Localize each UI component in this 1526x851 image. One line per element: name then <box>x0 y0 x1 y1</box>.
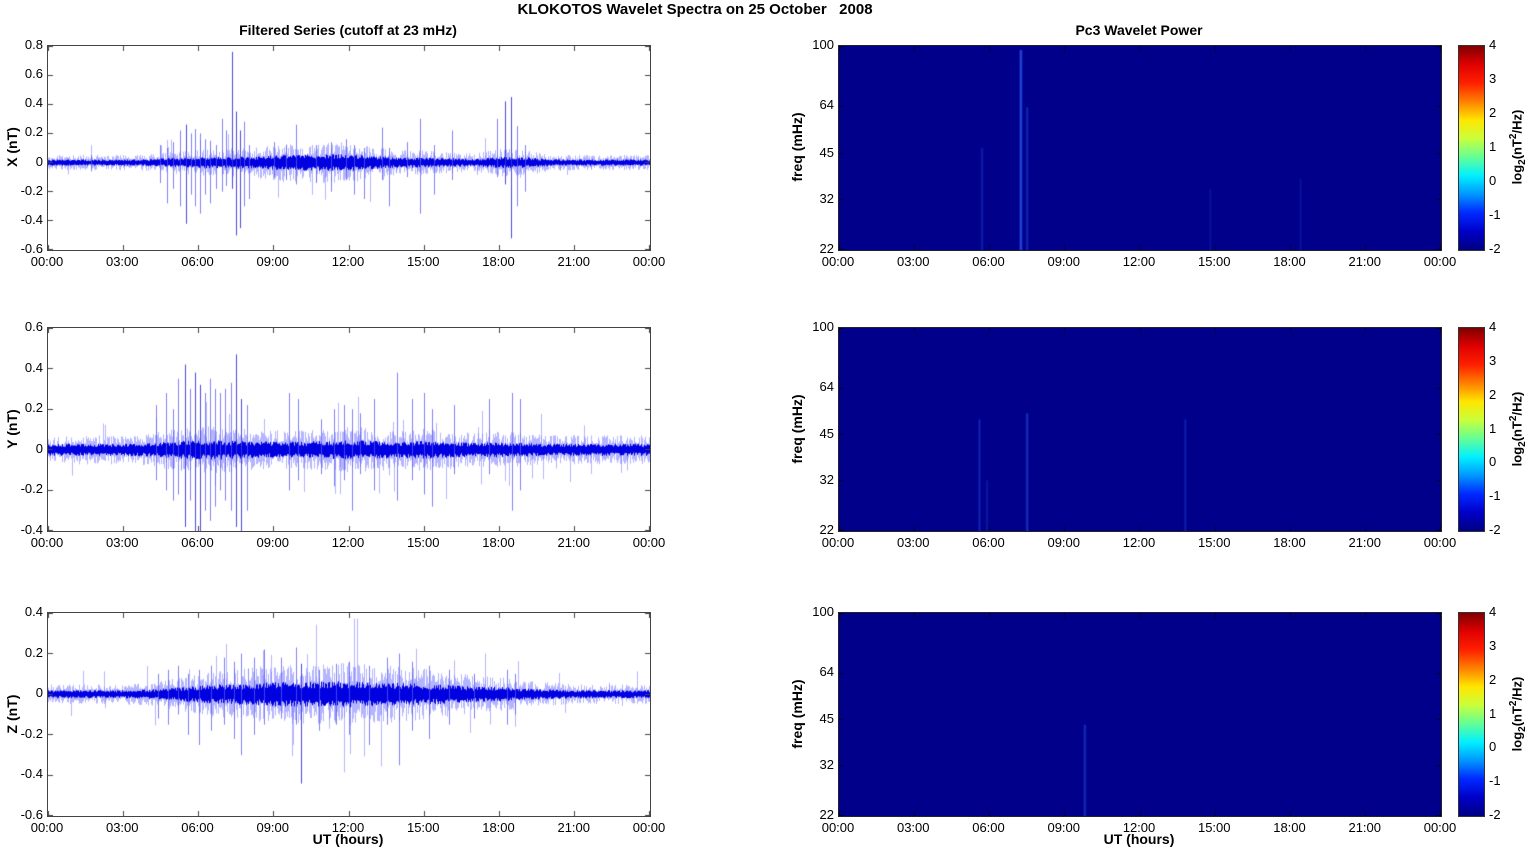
x-tick-label: 21:00 <box>1348 535 1382 550</box>
colorbar-tick-label: -2 <box>1489 241 1501 256</box>
colorbar-label-prefix: log <box>1509 731 1525 751</box>
colorbar-label-sup: 2 <box>1508 133 1519 140</box>
x-tick-label: 15:00 <box>1197 535 1231 550</box>
colorbar-label-mid: (nT <box>1509 420 1525 441</box>
y-tick-label: 0.8 <box>24 37 43 52</box>
x-tick-label: 12:00 <box>331 254 365 269</box>
wavelet-power-title: Pc3 Wavelet Power <box>1075 22 1203 38</box>
x-tick-label: 00:00 <box>821 254 855 269</box>
x-tick-label: 00:00 <box>1423 254 1457 269</box>
colorbar-tick-label: 4 <box>1489 319 1497 334</box>
figure-title: KLOKOTOS Wavelet Spectra on 25 October 2… <box>517 1 873 18</box>
colorbar-label-suffix: /Hz) <box>1509 391 1525 415</box>
x-tick-label: 00:00 <box>821 535 855 550</box>
colorbar-tick-label: -2 <box>1489 522 1501 537</box>
z-wavelet-panel <box>838 612 1442 817</box>
x-tick-label: 00:00 <box>632 254 666 269</box>
colorbar-label-prefix: log <box>1509 164 1525 185</box>
colorbar-tick-label: 4 <box>1489 604 1497 619</box>
freq-tick-label: 100 <box>812 37 834 52</box>
colorbar-unit-label: log2(nT2/Hz) <box>1505 354 1526 504</box>
x-tick-label: 18:00 <box>482 535 515 550</box>
x-tick-label: 09:00 <box>256 535 290 550</box>
y-series-ylabel: Y (nT) <box>4 408 20 449</box>
x-tick-label: 12:00 <box>1122 535 1156 550</box>
freq-ylabel: freq (mHz) <box>789 678 805 749</box>
x-tick-label: 21:00 <box>557 254 591 269</box>
freq-ylabel: freq (mHz) <box>789 393 805 464</box>
freq-tick-label: 100 <box>812 319 834 334</box>
x-tick-label: 00:00 <box>30 535 64 550</box>
x-tick-label: 12:00 <box>1122 254 1156 269</box>
colorbar-label-sup: 2 <box>1508 700 1519 706</box>
x-tick-label: 15:00 <box>406 535 440 550</box>
x-tick-label: 18:00 <box>482 254 515 269</box>
z-series-plot <box>48 613 650 816</box>
x-series-plot <box>48 46 650 250</box>
colorbar-label-prefix: log <box>1509 446 1525 466</box>
z-wavelet-plot <box>839 613 1441 816</box>
x-tick-label: 09:00 <box>256 254 290 269</box>
x-series-panel <box>47 45 651 251</box>
x-tick-label: 06:00 <box>972 254 1005 269</box>
x-tick-label: 00:00 <box>1423 535 1457 550</box>
x-tick-label: 18:00 <box>1273 535 1306 550</box>
x-tick-label: 06:00 <box>181 254 214 269</box>
colorbar-label-suffix: /Hz) <box>1509 109 1525 134</box>
x-tick-label: 00:00 <box>30 254 64 269</box>
x-series-ylabel: X (nT) <box>4 127 20 167</box>
z-series-panel <box>47 612 651 817</box>
colorbar-label-sub: 2 <box>1517 726 1526 732</box>
x-tick-label: 06:00 <box>181 535 214 550</box>
freq-tick-label: 100 <box>812 604 834 619</box>
y-wavelet-panel <box>838 327 1442 532</box>
x-tick-label: 18:00 <box>1273 254 1306 269</box>
x-tick-label: 03:00 <box>896 254 930 269</box>
colorbar <box>1458 612 1485 817</box>
y-wavelet-plot <box>839 328 1441 531</box>
x-tick-label: 12:00 <box>331 535 365 550</box>
x-tick-label: 15:00 <box>406 254 440 269</box>
x-tick-label: 15:00 <box>1197 254 1231 269</box>
y-tick-label: 0.6 <box>24 319 43 334</box>
colorbar-label-mid: (nT <box>1509 705 1525 726</box>
x-tick-label: 21:00 <box>557 535 591 550</box>
x-tick-label: 06:00 <box>972 535 1005 550</box>
colorbar-unit-label: log2(nT2/Hz) <box>1505 72 1526 222</box>
x-tick-label: 21:00 <box>1348 254 1382 269</box>
x-tick-label: 09:00 <box>1047 254 1081 269</box>
y-tick-label: -0.4 <box>20 211 43 227</box>
y-series-plot <box>48 328 650 531</box>
y-tick-label: 0.4 <box>24 604 43 619</box>
x-tick-label: 03:00 <box>896 535 930 550</box>
colorbar-label-suffix: /Hz) <box>1509 676 1525 700</box>
colorbar <box>1458 327 1485 532</box>
colorbar-label-mid: (nT <box>1509 139 1525 160</box>
ut-hours-label-left: UT (hours) <box>312 831 384 847</box>
x-tick-label: 09:00 <box>1047 535 1081 550</box>
colorbar-label-sub: 2 <box>1517 441 1526 447</box>
freq-ylabel: freq (mHz) <box>789 112 805 182</box>
y-tick-label: 0.6 <box>24 66 43 82</box>
colorbar <box>1458 45 1485 251</box>
y-series-panel <box>47 327 651 532</box>
ut-hours-label-right: UT (hours) <box>1103 831 1175 847</box>
x-tick-label: 03:00 <box>105 254 139 269</box>
x-tick-label: 03:00 <box>105 535 139 550</box>
colorbar-tick-label: 4 <box>1489 37 1497 52</box>
filtered-series-title: Filtered Series (cutoff at 23 mHz) <box>239 22 457 38</box>
x-wavelet-panel <box>838 45 1442 251</box>
z-series-ylabel: Z (nT) <box>4 694 20 733</box>
colorbar-tick-label: -2 <box>1489 807 1501 822</box>
x-tick-label: 00:00 <box>632 535 666 550</box>
colorbar-label-sub: 2 <box>1517 159 1526 165</box>
x-wavelet-plot <box>839 46 1441 250</box>
colorbar-label-sup: 2 <box>1508 415 1519 421</box>
wavelet-spectra-figure: KLOKOTOS Wavelet Spectra on 25 October 2… <box>0 0 1526 851</box>
colorbar-unit-label: log2(nT2/Hz) <box>1505 639 1526 789</box>
